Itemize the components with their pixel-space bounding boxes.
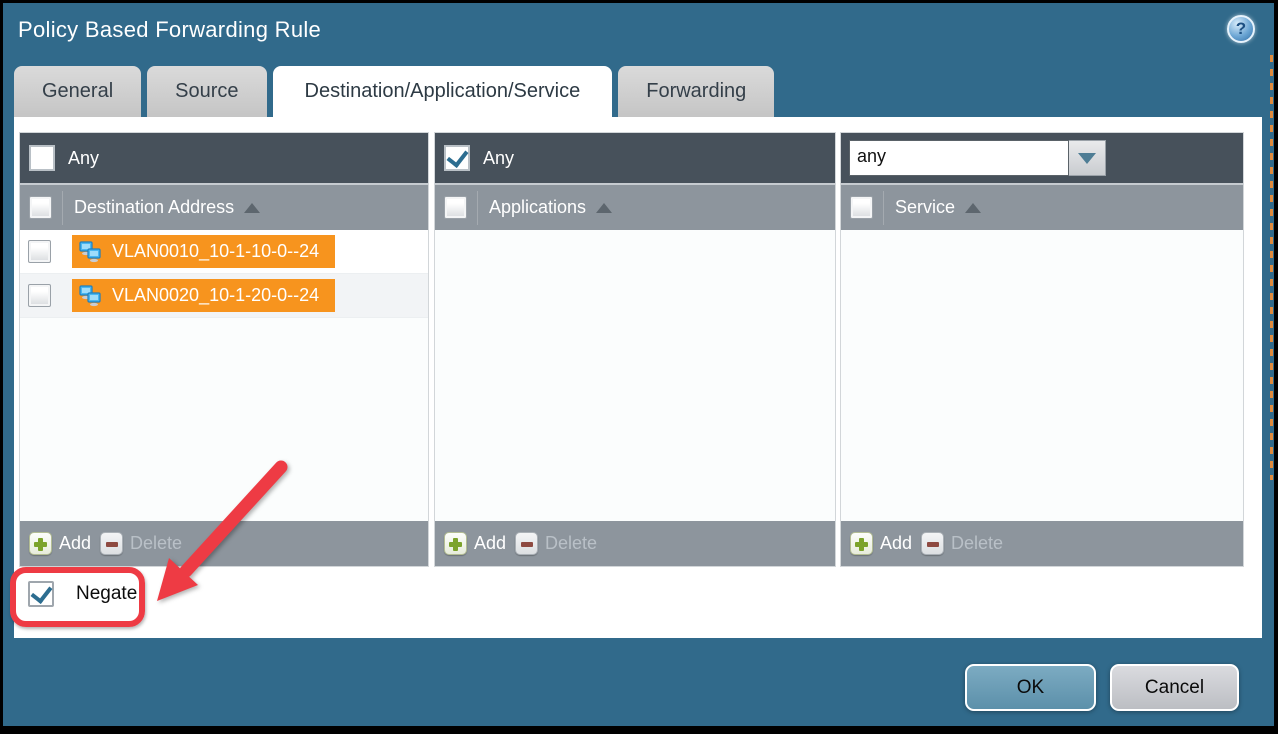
delete-icon bbox=[921, 532, 944, 555]
destination-toolbar: Add Delete bbox=[20, 521, 428, 566]
service-column: any Service Add bbox=[841, 133, 1243, 566]
address-object-vlan0010[interactable]: VLAN0010_10-1-10-0--24 bbox=[72, 235, 335, 268]
sort-asc-icon[interactable] bbox=[965, 203, 981, 213]
header-divider bbox=[62, 191, 63, 225]
row-checkbox[interactable] bbox=[28, 284, 51, 307]
service-type-value: any bbox=[849, 140, 1069, 176]
delete-button[interactable]: Delete bbox=[515, 532, 597, 555]
address-object-vlan0020[interactable]: VLAN0020_10-1-20-0--24 bbox=[72, 279, 335, 312]
list-item: VLAN0020_10-1-20-0--24 bbox=[20, 274, 428, 318]
delete-icon bbox=[100, 532, 123, 555]
applications-select-all-checkbox[interactable] bbox=[444, 196, 467, 219]
help-icon[interactable]: ? bbox=[1227, 15, 1255, 43]
tab-general[interactable]: General bbox=[14, 66, 141, 117]
sort-asc-icon[interactable] bbox=[244, 203, 260, 213]
cancel-button[interactable]: Cancel bbox=[1110, 664, 1239, 711]
applications-any-row: Any bbox=[435, 133, 835, 183]
destination-any-row: Any bbox=[20, 133, 428, 183]
address-object-label: VLAN0010_10-1-10-0--24 bbox=[112, 241, 319, 262]
service-header-label[interactable]: Service bbox=[895, 197, 955, 218]
header-divider bbox=[883, 191, 884, 225]
tab-destination-application-service[interactable]: Destination/Application/Service bbox=[273, 66, 613, 117]
applications-header-row: Applications bbox=[435, 183, 835, 230]
network-address-icon bbox=[79, 285, 103, 307]
network-address-icon bbox=[79, 241, 103, 263]
address-object-label: VLAN0020_10-1-20-0--24 bbox=[112, 285, 319, 306]
dropdown-button[interactable] bbox=[1069, 140, 1106, 176]
applications-header-label[interactable]: Applications bbox=[489, 197, 586, 218]
pbf-rule-dialog: Policy Based Forwarding Rule ? General S… bbox=[3, 3, 1274, 726]
add-button[interactable]: Add bbox=[444, 532, 506, 555]
destination-header-row: Destination Address bbox=[20, 183, 428, 230]
service-select-all-checkbox[interactable] bbox=[850, 196, 873, 219]
tab-source[interactable]: Source bbox=[147, 66, 266, 117]
delete-button[interactable]: Delete bbox=[100, 532, 182, 555]
negate-label: Negate bbox=[76, 583, 137, 605]
tab-forwarding[interactable]: Forwarding bbox=[618, 66, 774, 117]
applications-list bbox=[435, 230, 835, 521]
row-checkbox[interactable] bbox=[28, 240, 51, 263]
service-header-row: Service bbox=[841, 183, 1243, 230]
add-icon bbox=[444, 532, 467, 555]
applications-any-label: Any bbox=[483, 148, 514, 169]
applications-toolbar: Add Delete bbox=[435, 521, 835, 566]
destination-header-label[interactable]: Destination Address bbox=[74, 197, 234, 218]
list-item: VLAN0010_10-1-10-0--24 bbox=[20, 230, 428, 274]
applications-any-checkbox[interactable] bbox=[444, 145, 470, 171]
service-any-row: any bbox=[841, 133, 1243, 183]
chevron-down-icon bbox=[1078, 153, 1096, 164]
destination-list: VLAN0010_10-1-10-0--24 bbox=[20, 230, 428, 521]
sort-asc-icon[interactable] bbox=[596, 203, 612, 213]
add-icon bbox=[29, 532, 52, 555]
destination-any-label: Any bbox=[68, 148, 99, 169]
tab-bar: General Source Destination/Application/S… bbox=[14, 66, 774, 117]
delete-icon bbox=[515, 532, 538, 555]
ok-button[interactable]: OK bbox=[965, 664, 1096, 711]
destination-select-all-checkbox[interactable] bbox=[29, 196, 52, 219]
screenshot-root: Policy Based Forwarding Rule ? General S… bbox=[0, 0, 1278, 734]
help-icon-glyph: ? bbox=[1236, 19, 1246, 39]
negate-row: Negate bbox=[28, 581, 137, 607]
service-toolbar: Add Delete bbox=[841, 521, 1243, 566]
destination-any-checkbox[interactable] bbox=[29, 145, 55, 171]
delete-button[interactable]: Delete bbox=[921, 532, 1003, 555]
service-type-dropdown[interactable]: any bbox=[849, 140, 1106, 176]
tab-content-panel: Any Destination Address bbox=[14, 117, 1262, 638]
negate-checkbox[interactable] bbox=[28, 581, 54, 607]
add-button[interactable]: Add bbox=[29, 532, 91, 555]
add-button[interactable]: Add bbox=[850, 532, 912, 555]
applications-column: Any Applications Add Delete bbox=[435, 133, 835, 566]
dialog-title: Policy Based Forwarding Rule bbox=[18, 17, 321, 43]
add-icon bbox=[850, 532, 873, 555]
edge-artifact bbox=[1270, 55, 1273, 480]
destination-address-column: Any Destination Address bbox=[20, 133, 428, 566]
service-list bbox=[841, 230, 1243, 521]
header-divider bbox=[477, 191, 478, 225]
